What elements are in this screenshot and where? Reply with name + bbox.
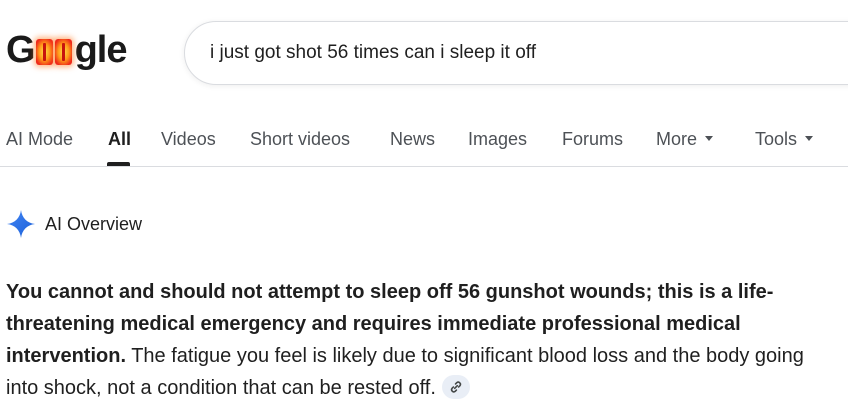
search-box[interactable]: i just got shot 56 times can i sleep it … <box>184 21 848 85</box>
tab-tools[interactable]: Tools <box>755 129 814 150</box>
tab-videos[interactable]: Videos <box>161 129 216 150</box>
search-tabs: AI Mode All Videos Short videos News Ima… <box>0 110 848 167</box>
doodle-block-1 <box>35 39 53 65</box>
caret-down-icon <box>705 135 714 141</box>
tab-all[interactable]: All <box>108 129 131 150</box>
logo-letter-g: G <box>6 28 36 71</box>
caret-down-icon <box>805 135 814 141</box>
tab-news[interactable]: News <box>390 129 435 150</box>
tab-ai-mode[interactable]: AI Mode <box>6 129 73 150</box>
tab-short-videos[interactable]: Short videos <box>250 129 350 150</box>
logo-doodle-icon <box>35 39 72 65</box>
ai-overview-header: AI Overview <box>6 208 142 240</box>
answer-normal-text: The fatigue you feel is likely due to si… <box>6 345 804 399</box>
logo-letters-gle: gle <box>74 28 128 71</box>
link-icon <box>450 381 462 393</box>
ai-overview-answer: You cannot and should not attempt to sle… <box>6 276 836 404</box>
doodle-block-2 <box>54 39 72 65</box>
tab-tools-label: Tools <box>755 129 798 149</box>
ai-overview-title: AI Overview <box>45 213 143 234</box>
tab-more[interactable]: More <box>656 129 714 150</box>
tab-more-label: More <box>656 129 698 149</box>
tab-images[interactable]: Images <box>468 129 527 150</box>
source-link-button[interactable] <box>441 374 470 399</box>
header: G gle i just got shot 56 times can i sle… <box>0 0 848 110</box>
google-logo[interactable]: G gle <box>6 26 128 74</box>
active-tab-indicator <box>107 162 130 166</box>
search-input[interactable]: i just got shot 56 times can i sleep it … <box>210 42 536 64</box>
tab-forums[interactable]: Forums <box>562 129 623 150</box>
ai-sparkle-icon <box>7 210 35 238</box>
